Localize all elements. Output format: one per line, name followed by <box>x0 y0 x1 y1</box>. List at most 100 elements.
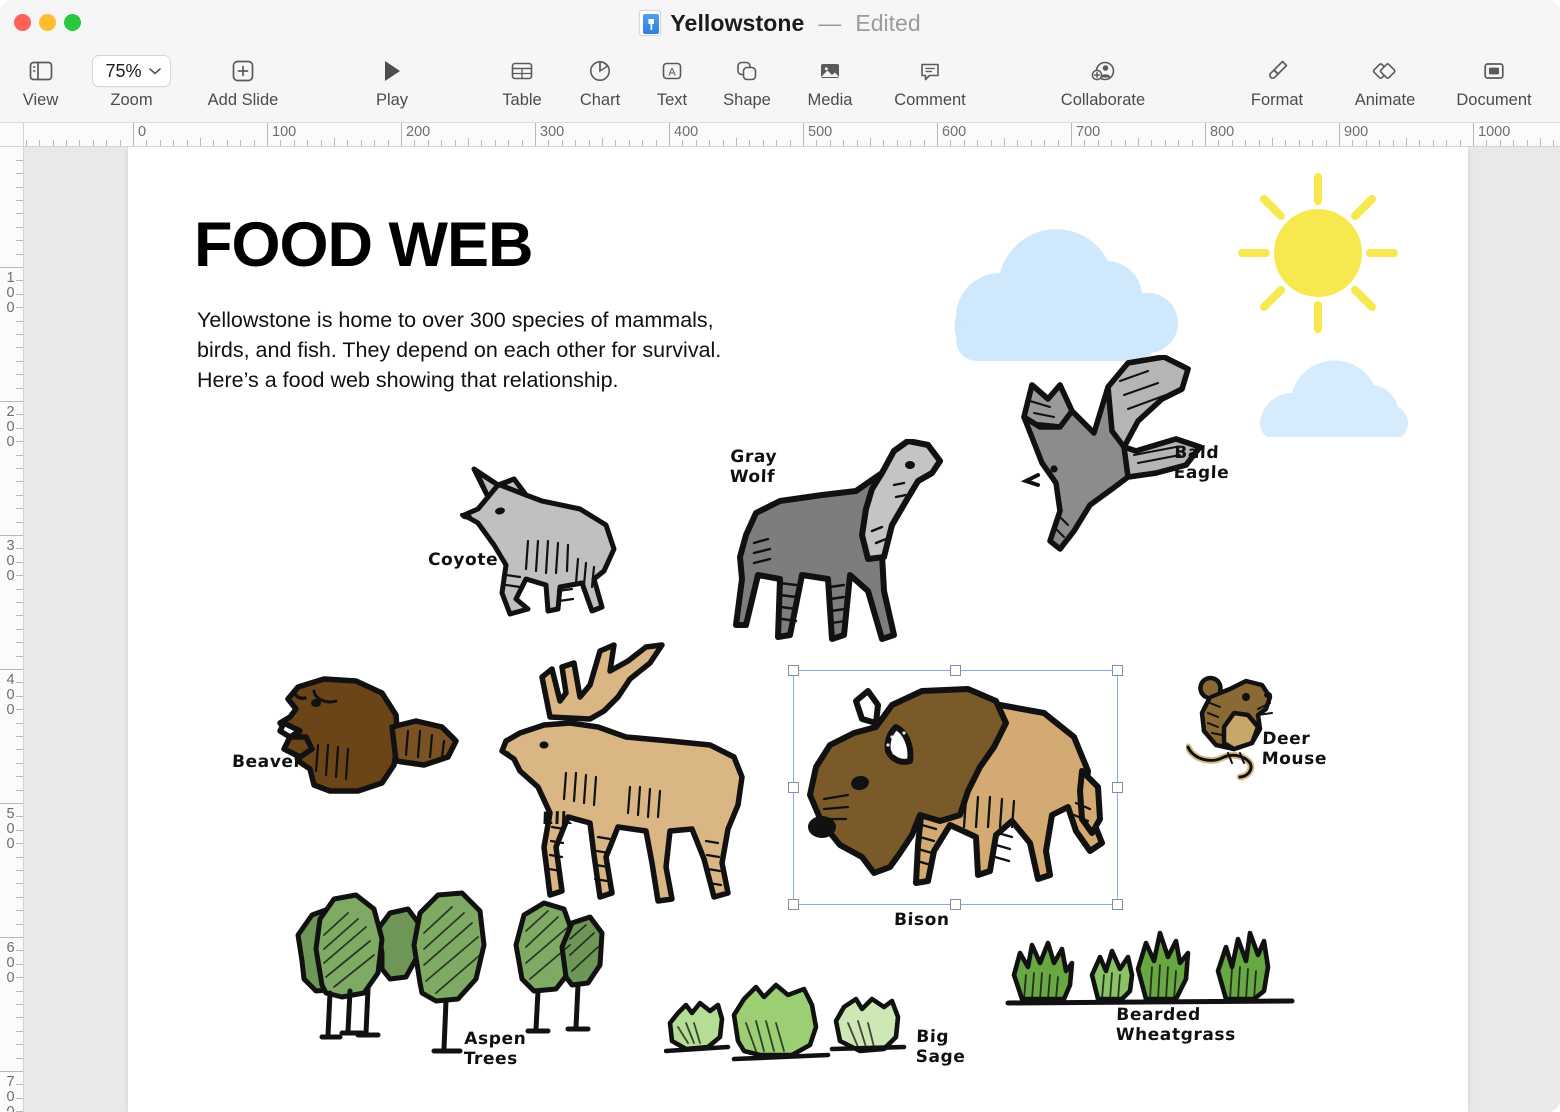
big-sage-illustration[interactable] <box>664 979 914 1071</box>
ruler-minor-tick <box>655 140 657 146</box>
toolbar-button-format[interactable]: Format <box>1238 46 1316 123</box>
edited-status: Edited <box>855 9 921 36</box>
minimize-button[interactable] <box>39 14 56 31</box>
coyote-illustration[interactable] <box>454 459 634 624</box>
ruler-minor-tick <box>240 140 242 146</box>
ruler-minor-tick <box>1272 138 1273 146</box>
toolbar-label-collaborate: Collaborate <box>1060 91 1146 109</box>
ruler-minor-tick <box>910 140 912 146</box>
elk-illustration[interactable] <box>494 641 754 909</box>
resize-handle-sw[interactable] <box>788 899 799 910</box>
toolbar-button-document[interactable]: Document <box>1440 46 1548 123</box>
ruler-minor-tick <box>695 140 697 146</box>
ruler-minor-tick <box>293 140 295 146</box>
ruler-minor-tick <box>146 140 148 146</box>
resize-handle-s[interactable] <box>949 899 961 910</box>
ruler-minor-tick <box>66 140 67 146</box>
ruler-minor-tick <box>575 140 577 146</box>
toolbar-button-collaborate[interactable]: Collaborate <box>1037 46 1169 123</box>
ruler-minor-tick <box>16 535 23 536</box>
resize-handle-e[interactable] <box>1112 781 1123 793</box>
ruler-minor-tick <box>374 140 376 146</box>
ruler-minor-tick <box>16 360 23 362</box>
zoom-select[interactable]: 75% <box>92 55 171 87</box>
ruler-minor-tick <box>16 937 23 938</box>
ruler-minor-tick <box>16 1044 23 1046</box>
label-elk[interactable]: Elk <box>542 809 573 829</box>
body-paragraph[interactable]: Yellowstone is home to over 300 species … <box>197 305 737 395</box>
slide[interactable]: FOOD WEB Yellowstone is home to over 300… <box>128 147 1468 1112</box>
ruler-minor-tick <box>39 140 41 146</box>
vertical-ruler[interactable]: 100 200 300 400 500 600 700 <box>0 147 24 1112</box>
zoom-button[interactable] <box>64 14 81 31</box>
ruler-minor-tick <box>454 140 456 146</box>
ruler-label: 200 <box>406 124 431 140</box>
ruler-minor-tick <box>16 548 23 550</box>
toolbar-label-add-slide: Add Slide <box>207 91 279 109</box>
ruler-minor-tick <box>25 140 27 146</box>
aspen-trees-illustration[interactable] <box>286 889 606 1059</box>
toolbar-button-shape[interactable]: Shape <box>712 46 782 123</box>
ruler-corner <box>0 123 24 147</box>
ruler-minor-tick <box>414 140 416 146</box>
toolbar-button-animate[interactable]: Animate <box>1340 46 1430 123</box>
label-aspen-trees[interactable]: Aspen Trees <box>463 1029 526 1069</box>
ruler-minor-tick <box>16 977 23 979</box>
label-bison[interactable]: Bison <box>894 910 950 930</box>
ruler-minor-tick <box>16 669 23 670</box>
keynote-document-icon <box>639 10 662 36</box>
ruler-minor-tick <box>508 140 510 146</box>
ruler-minor-tick <box>16 1004 23 1005</box>
toolbar-button-play[interactable]: Play <box>358 46 426 123</box>
horizontal-ruler[interactable]: 0 100 200 300 400 500 600 700 800 900 1000 <box>0 123 1560 147</box>
ruler-minor-tick <box>1218 140 1220 146</box>
resize-handle-nw[interactable] <box>788 665 799 676</box>
ruler-minor-tick <box>896 140 898 146</box>
ruler-minor-tick <box>16 334 23 335</box>
toolbar-button-view[interactable]: View <box>13 46 68 123</box>
resize-handle-ne[interactable] <box>1112 665 1123 676</box>
page-title[interactable]: FOOD WEB <box>194 214 533 277</box>
toolbar-button-media[interactable]: Media <box>795 46 865 123</box>
photo-icon <box>817 52 843 90</box>
selection-bounding-box[interactable] <box>788 665 1123 910</box>
ruler-minor-tick <box>1419 140 1421 146</box>
label-bearded-wheatgrass[interactable]: Bearded Wheatgrass <box>1115 1005 1237 1045</box>
ruler-minor-tick <box>1285 140 1287 146</box>
label-big-sage[interactable]: Big Sage <box>915 1027 966 1067</box>
toolbar-button-comment[interactable]: Comment <box>875 46 985 123</box>
resize-handle-se[interactable] <box>1112 899 1123 910</box>
toolbar-label-comment: Comment <box>894 91 966 109</box>
label-deer-mouse[interactable]: Deer Mouse <box>1261 729 1328 769</box>
ruler-minor-tick <box>16 521 23 523</box>
ruler-minor-tick <box>789 140 791 146</box>
beaver-illustration[interactable] <box>266 665 466 810</box>
resize-handle-n[interactable] <box>949 665 961 676</box>
close-button[interactable] <box>14 14 31 31</box>
zoom-value: 75% <box>105 60 142 81</box>
ruler-minor-tick <box>1446 140 1448 146</box>
toolbar-button-add-slide[interactable]: Add Slide <box>185 46 301 123</box>
label-beaver[interactable]: Beaver <box>232 752 303 772</box>
chevron-down-icon <box>148 68 161 75</box>
ruler-major-tick <box>937 123 938 146</box>
resize-handle-w[interactable] <box>788 781 799 793</box>
ruler-minor-tick <box>16 776 23 778</box>
toolbar-button-table[interactable]: Table <box>489 46 555 123</box>
document-title-group: Yellowstone — Edited <box>639 9 921 37</box>
ruler-label: 100 <box>272 124 297 140</box>
ruler-minor-tick <box>16 575 23 577</box>
ruler-major-tick <box>267 123 268 146</box>
label-bald-eagle[interactable]: Bald Eagle <box>1173 443 1230 483</box>
ruler-minor-tick <box>16 213 23 215</box>
ruler-minor-tick <box>588 140 590 146</box>
label-coyote[interactable]: Coyote <box>428 550 499 570</box>
ruler-minor-tick <box>1245 140 1247 146</box>
toolbar-button-chart[interactable]: Chart <box>568 46 632 123</box>
toolbar-button-text[interactable]: A Text <box>644 46 700 123</box>
ruler-minor-tick <box>1231 140 1233 146</box>
label-gray-wolf[interactable]: Gray Wolf <box>729 447 777 487</box>
slide-canvas[interactable]: FOOD WEB Yellowstone is home to over 300… <box>24 147 1560 1112</box>
ruler-minor-tick <box>387 140 389 146</box>
toolbar-zoom-control[interactable]: 75% Zoom <box>79 46 184 123</box>
